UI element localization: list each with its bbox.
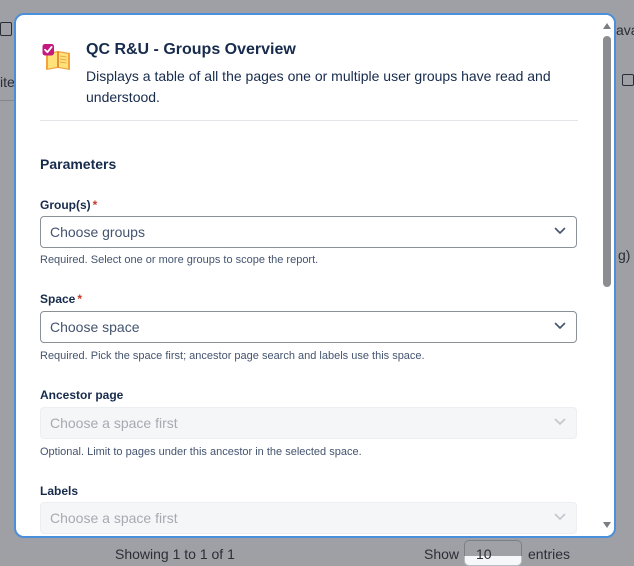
dialog-content: QC R&U - Groups Overview Displays a tabl…: [16, 15, 598, 536]
scrollbar-thumb[interactable]: [603, 36, 611, 287]
labels-label-text: Labels: [40, 484, 79, 498]
chevron-down-icon: [554, 513, 566, 520]
space-select-placeholder: Choose space: [50, 319, 140, 335]
parameters-heading: Parameters: [40, 156, 117, 172]
scroll-down-arrow-icon[interactable]: [603, 522, 611, 528]
labels-label: Labels: [40, 484, 78, 498]
space-select[interactable]: Choose space: [40, 311, 577, 343]
groups-label-text: Group(s): [40, 198, 91, 212]
labels-select[interactable]: Choose a space first: [40, 502, 577, 534]
header-divider: [40, 120, 578, 121]
scroll-up-arrow-icon[interactable]: [603, 23, 611, 29]
groups-select-placeholder: Choose groups: [50, 224, 145, 240]
space-helper-text: Required. Pick the space first; ancestor…: [40, 350, 425, 362]
space-label: Space *: [40, 292, 82, 306]
groups-label: Group(s) *: [40, 198, 97, 212]
space-label-text: Space: [40, 292, 76, 306]
ancestor-page-label: Ancestor page: [40, 388, 123, 402]
dialog-description: Displays a table of all the pages one or…: [86, 68, 551, 105]
groups-overview-dialog: QC R&U - Groups Overview Displays a tabl…: [14, 13, 616, 538]
dialog-scrollbar[interactable]: [598, 15, 614, 536]
labels-placeholder: Choose a space first: [50, 510, 178, 526]
chevron-down-icon: [554, 227, 566, 234]
ancestor-page-placeholder: Choose a space first: [50, 415, 178, 431]
chevron-down-icon: [554, 418, 566, 425]
chevron-down-icon: [554, 322, 566, 329]
groups-select[interactable]: Choose groups: [40, 216, 577, 248]
dialog-title: QC R&U - Groups Overview: [86, 41, 296, 58]
ancestor-page-select[interactable]: Choose a space first: [40, 407, 577, 439]
required-marker: *: [92, 198, 98, 212]
required-marker: *: [77, 292, 83, 306]
ancestor-page-label-text: Ancestor page: [40, 388, 124, 402]
ancestor-page-helper-text: Optional. Limit to pages under this ance…: [40, 446, 362, 458]
groups-helper-text: Required. Select one or more groups to s…: [40, 254, 319, 266]
read-understood-book-icon: [42, 44, 70, 70]
